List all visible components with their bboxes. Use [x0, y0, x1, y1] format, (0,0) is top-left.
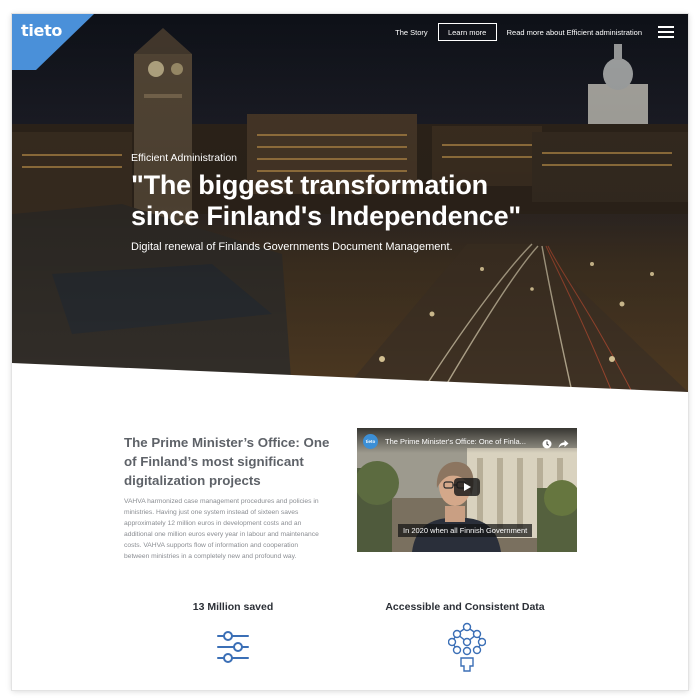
hero-subline: Digital renewal of Finlands Governments … — [131, 241, 453, 253]
body-line: ministries. Having just one system inste… — [124, 509, 299, 516]
video-channel-logo[interactable]: tieto — [363, 434, 378, 449]
watch-later-clock-icon[interactable] — [542, 436, 552, 449]
section-title-line-1: The Prime Minister’s Office: One — [124, 435, 330, 450]
hero-headline: "The biggest transformation since Finlan… — [131, 170, 521, 232]
learn-more-button[interactable]: Learn more — [437, 23, 497, 41]
hero-eyebrow: Efficient Administration — [131, 152, 238, 164]
hamburger-menu-icon[interactable] — [658, 26, 674, 38]
logo-text: tieto — [21, 21, 63, 40]
people-network-icon — [447, 622, 487, 677]
stat-million-saved: 13 Million saved — [192, 601, 274, 613]
video-player[interactable]: tieto The Prime Minister's Office: One o… — [357, 428, 577, 552]
video-title[interactable]: The Prime Minister's Office: One of Finl… — [385, 437, 535, 446]
video-caption: In 2020 when all Finnish Government — [398, 524, 533, 537]
hero-section: tieto The Story Learn more Read more abo… — [12, 14, 688, 392]
nav-link-the-story[interactable]: The Story — [395, 28, 428, 37]
section-title-line-3: digitalization projects — [124, 473, 261, 488]
nav-link-efficient-administration[interactable]: Read more about Efficient administration — [507, 28, 642, 37]
share-icon[interactable] — [558, 436, 569, 448]
body-line: approximately 12 million euros in develo… — [124, 520, 302, 527]
play-button-icon[interactable] — [454, 478, 480, 496]
body-line: VAHVA harmonized case management procedu… — [124, 498, 319, 505]
page-frame: tieto The Story Learn more Read more abo… — [12, 14, 688, 690]
section-title-line-2: of Finland’s most significant — [124, 454, 304, 469]
section-body-text: VAHVA harmonized case management procedu… — [124, 496, 342, 562]
section-title: The Prime Minister’s Office: One of Finl… — [124, 433, 344, 490]
hero-text-block: Efficient Administration "The biggest tr… — [131, 152, 521, 253]
body-line: between ministries in a completely new a… — [124, 553, 297, 560]
hero-headline-line-1: "The biggest transformation — [131, 170, 488, 200]
tieto-logo[interactable]: tieto — [12, 14, 94, 70]
body-line: costs. VAHVA supports flow of informatio… — [124, 542, 299, 549]
body-line: additional one million euros every year … — [124, 531, 319, 538]
top-navigation: The Story Learn more Read more about Eff… — [395, 23, 674, 41]
hero-headline-line-2: since Finland's Independence" — [131, 201, 522, 231]
sliders-icon — [216, 630, 250, 669]
stat-accessible-data: Accessible and Consistent Data — [385, 601, 545, 613]
